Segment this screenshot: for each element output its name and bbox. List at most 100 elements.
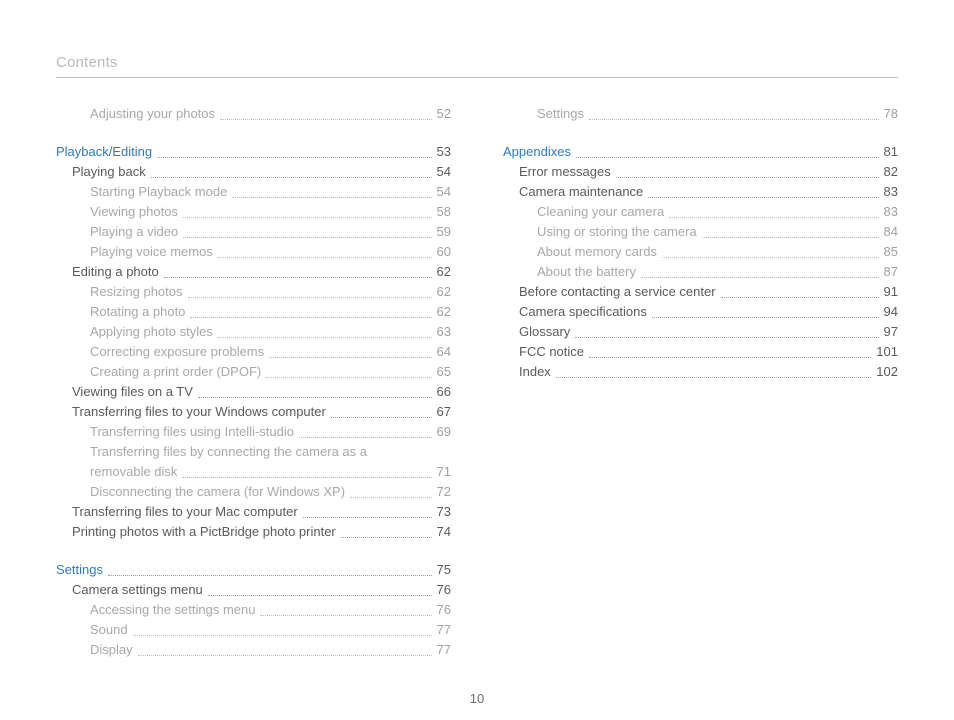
toc-entry: Display77: [90, 640, 451, 660]
leader-dots: [108, 575, 432, 576]
toc-entry: Transferring files by connecting the cam…: [90, 442, 451, 462]
leader-dots: [151, 177, 432, 178]
toc-page-number: 54: [437, 162, 451, 182]
toc-label: About memory cards: [537, 242, 657, 262]
toc-label: Camera settings menu: [72, 580, 203, 600]
toc-page-number: 101: [876, 342, 898, 362]
leader-dots: [269, 357, 431, 358]
toc-entry: Transferring files using Intelli-studio 6…: [90, 422, 451, 442]
toc-page-number: 66: [437, 382, 451, 402]
toc-page-number: 83: [884, 202, 898, 222]
toc-entry: Using or storing the camera 84: [537, 222, 898, 242]
leader-dots: [183, 237, 431, 238]
toc-label: Playback/Editing: [56, 142, 152, 162]
toc-label: Settings: [56, 560, 103, 580]
toc-label: Using or storing the camera: [537, 222, 697, 242]
leader-dots: [218, 257, 432, 258]
toc-label: Transferring files by connecting the cam…: [90, 442, 367, 462]
toc-label: Editing a photo: [72, 262, 159, 282]
toc-entry: Index 102: [519, 362, 898, 382]
toc-page-number: 69: [437, 422, 451, 442]
leader-dots: [350, 497, 431, 498]
toc-page-number: 81: [884, 142, 898, 162]
toc-entry: Playing voice memos60: [90, 242, 451, 262]
toc-entry: Before contacting a service center 91: [519, 282, 898, 302]
toc-page-number: 64: [437, 342, 451, 362]
toc-label: Playing a video: [90, 222, 178, 242]
toc-page-number: 53: [437, 142, 451, 162]
toc-entry: Starting Playback mode54: [90, 182, 451, 202]
toc-page-number: 62: [437, 282, 451, 302]
toc-page-number: 62: [437, 302, 451, 322]
toc-entry: Editing a photo 62: [72, 262, 451, 282]
leader-dots: [218, 337, 432, 338]
toc-entry: Printing photos with a PictBridge photo …: [72, 522, 451, 542]
toc-page-number: 76: [437, 600, 451, 620]
toc-label: Adjusting your photos: [90, 104, 215, 124]
leader-dots: [303, 517, 432, 518]
toc-page-number: 91: [884, 282, 898, 302]
toc-page-number: 60: [437, 242, 451, 262]
leader-dots: [183, 217, 432, 218]
section-gap: [56, 124, 451, 142]
leader-dots: [616, 177, 879, 178]
header-rule: [56, 77, 898, 78]
toc-label: About the battery: [537, 262, 636, 282]
toc-entry: Playing back54: [72, 162, 451, 182]
toc-label: Viewing photos: [90, 202, 178, 222]
toc-page-number: 94: [884, 302, 898, 322]
toc-entry: Transferring files to your Windows compu…: [72, 402, 451, 422]
toc-entry: Viewing photos58: [90, 202, 451, 222]
leader-dots: [589, 119, 879, 120]
toc-page-number: 82: [884, 162, 898, 182]
toc-label: Applying photo styles: [90, 322, 213, 342]
toc-label: Camera specifications: [519, 302, 647, 322]
leader-dots: [299, 437, 432, 438]
leader-dots: [157, 157, 431, 158]
leader-dots: [341, 537, 432, 538]
footer-page-number: 10: [0, 691, 954, 706]
toc-page-number: 84: [884, 222, 898, 242]
toc-page-number: 87: [884, 262, 898, 282]
toc-entry: Glossary97: [519, 322, 898, 342]
leader-dots: [576, 157, 879, 158]
toc-label: Disconnecting the camera (for Windows XP…: [90, 482, 345, 502]
leader-dots: [662, 257, 879, 258]
leader-dots: [648, 197, 878, 198]
toc-page-number: 102: [876, 362, 898, 382]
toc-entry: Resizing photos62: [90, 282, 451, 302]
toc-entry: Playback/Editing 53: [56, 142, 451, 162]
toc-label: Transferring files using Intelli-studio: [90, 422, 294, 442]
toc-label: Sound: [90, 620, 128, 640]
leader-dots: [133, 635, 432, 636]
page: Contents Adjusting your photos52 Playback…: [0, 0, 954, 720]
leader-dots: [260, 615, 431, 616]
toc-entry: Applying photo styles63: [90, 322, 451, 342]
toc-entry: Sound 77: [90, 620, 451, 640]
toc-page-number: 74: [437, 522, 451, 542]
leader-dots: [138, 655, 432, 656]
leader-dots: [556, 377, 871, 378]
leader-dots: [232, 197, 431, 198]
section-gap: [56, 542, 451, 560]
leader-dots: [331, 417, 432, 418]
toc-label: Before contacting a service center: [519, 282, 716, 302]
leader-dots: [702, 237, 879, 238]
toc-entry: Settings75: [56, 560, 451, 580]
toc-entry: Viewing files on a TV66: [72, 382, 451, 402]
toc-page-number: 77: [437, 640, 451, 660]
toc-page-number: 77: [437, 620, 451, 640]
toc-page-number: 73: [437, 502, 451, 522]
toc-label: Printing photos with a PictBridge photo …: [72, 522, 336, 542]
toc-label: Rotating a photo: [90, 302, 185, 322]
toc-entry: Correcting exposure problems64: [90, 342, 451, 362]
toc-page-number: 72: [437, 482, 451, 502]
toc-page-number: 62: [437, 262, 451, 282]
toc-label: Index: [519, 362, 551, 382]
toc-entry: Adjusting your photos52: [90, 104, 451, 124]
toc-column: Settings78Appendixes81Error messages82Ca…: [503, 104, 898, 660]
toc-label: Appendixes: [503, 142, 571, 162]
toc-entry: Creating a print order (DPOF)65: [90, 362, 451, 382]
leader-dots: [190, 317, 431, 318]
page-title: Contents: [56, 54, 898, 77]
